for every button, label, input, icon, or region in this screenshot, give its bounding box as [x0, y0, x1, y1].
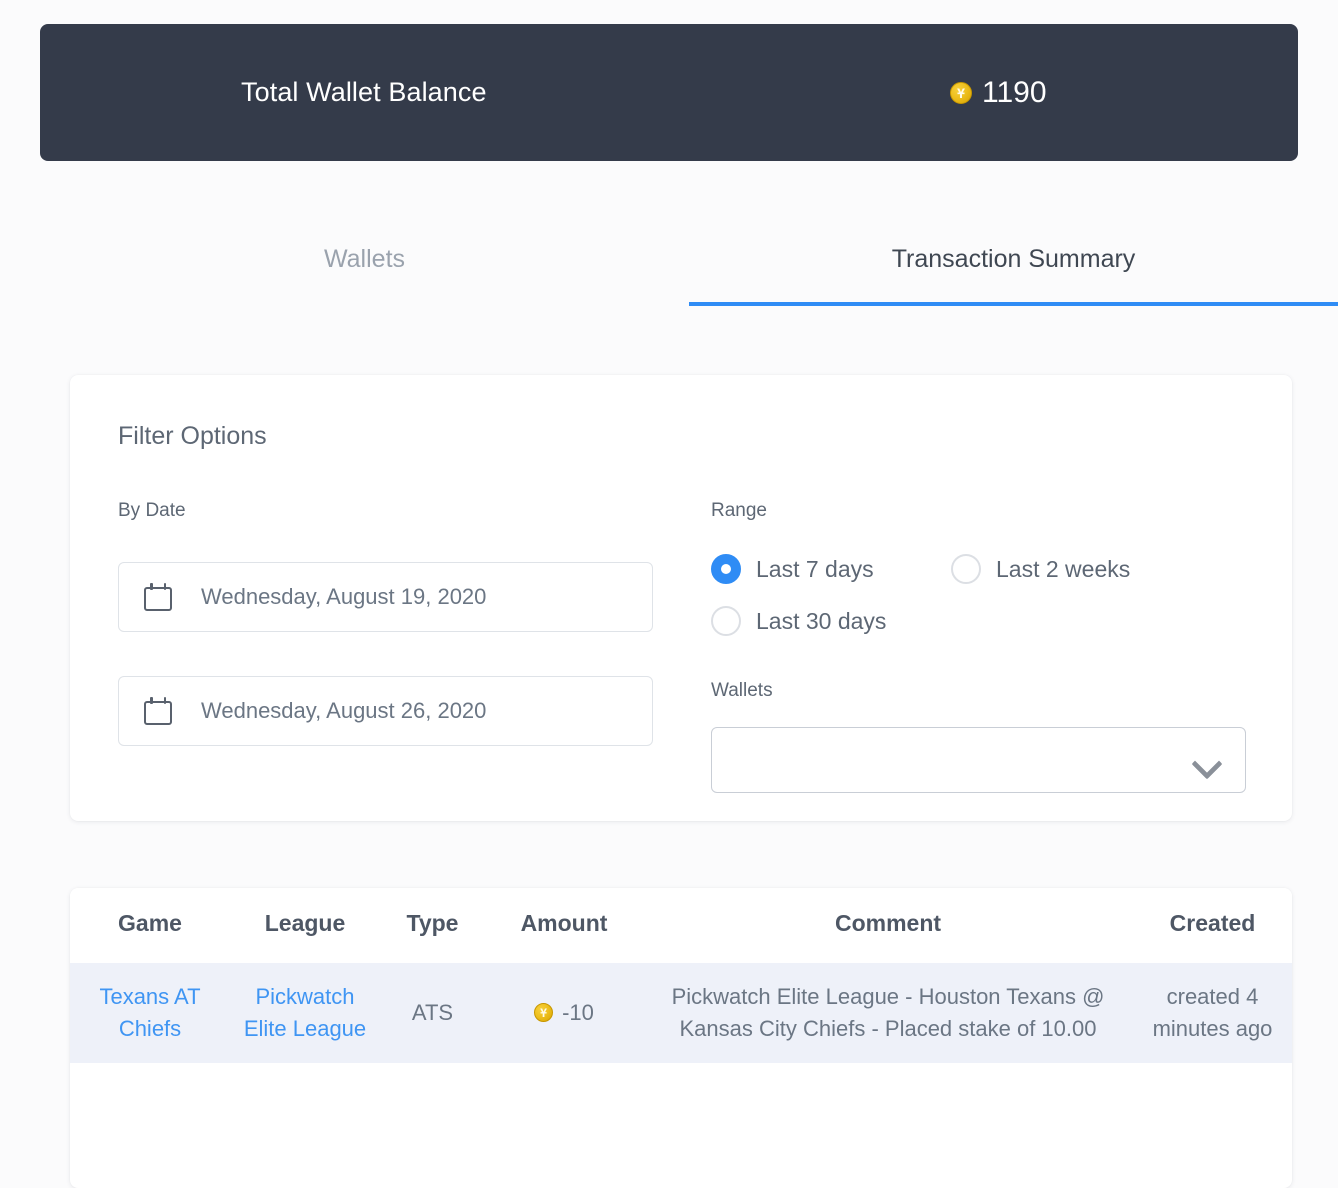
radio-last-2-weeks-label: Last 2 weeks — [996, 555, 1131, 582]
tab-wallets[interactable]: Wallets — [40, 222, 689, 306]
table-row: Texans AT Chiefs Pickwatch Elite League … — [70, 963, 1292, 1063]
cell-created: created 4 minutes ago — [1133, 963, 1292, 1063]
total-wallet-balance-value: Ұ 1190 — [950, 76, 1047, 110]
amount-value: -10 — [562, 999, 594, 1025]
column-header-comment: Comment — [643, 888, 1133, 963]
column-header-league: League — [230, 888, 380, 963]
wallets-filter-label: Wallets — [711, 680, 773, 701]
table-header: Game League Type Amount Comment Created — [70, 888, 1292, 963]
cell-type: ATS — [380, 963, 485, 1063]
coin-glyph: Ұ — [540, 1005, 547, 1020]
cell-league: Pickwatch Elite League — [230, 963, 380, 1063]
coin-icon: Ұ — [950, 81, 972, 104]
column-header-type: Type — [380, 888, 485, 963]
transactions-table-card: Game League Type Amount Comment Created … — [70, 888, 1292, 1188]
coin-glyph: Ұ — [957, 84, 965, 101]
cell-game: Texans AT Chiefs — [70, 963, 230, 1063]
radio-last-30-days[interactable]: Last 30 days — [711, 600, 951, 642]
by-date-label: By Date — [118, 500, 186, 521]
date-from-value: Wednesday, August 19, 2020 — [201, 584, 487, 609]
radio-indicator[interactable] — [951, 554, 981, 584]
total-wallet-balance-label: Total Wallet Balance — [241, 77, 487, 107]
calendar-icon — [144, 697, 172, 725]
transactions-table: Game League Type Amount Comment Created … — [70, 888, 1292, 1063]
column-header-amount: Amount — [485, 888, 643, 963]
wallets-select[interactable] — [711, 727, 1246, 793]
by-date-column: By Date Wednesday, August 19, 2020 Wedne… — [118, 500, 678, 746]
game-link[interactable]: Texans AT Chiefs — [99, 984, 200, 1041]
radio-last-7-days[interactable]: Last 7 days — [711, 548, 951, 590]
table-header-row: Game League Type Amount Comment Created — [70, 888, 1292, 963]
range-column: Range Last 7 days Last 2 weeks Last 30 d… — [711, 500, 1251, 793]
range-radio-group: Last 7 days Last 2 weeks Last 30 days — [711, 548, 1181, 642]
league-link[interactable]: Pickwatch Elite League — [244, 984, 366, 1041]
calendar-icon — [144, 583, 172, 611]
coin-icon: Ұ — [534, 1003, 554, 1023]
radio-last-30-days-label: Last 30 days — [756, 607, 887, 634]
radio-last-7-days-label: Last 7 days — [756, 555, 874, 582]
column-header-game: Game — [70, 888, 230, 963]
cell-amount: Ұ -10 — [485, 963, 643, 1063]
range-label: Range — [711, 500, 767, 521]
tab-bar: Wallets Transaction Summary — [40, 222, 1338, 306]
balance-amount-text: 1190 — [982, 75, 1047, 109]
radio-indicator[interactable] — [711, 606, 741, 636]
date-from-input[interactable]: Wednesday, August 19, 2020 — [118, 562, 653, 632]
column-header-created: Created — [1133, 888, 1292, 963]
cell-comment: Pickwatch Elite League - Houston Texans … — [643, 963, 1133, 1063]
total-wallet-balance-banner: Total Wallet Balance Ұ 1190 — [40, 24, 1298, 161]
tab-transaction-summary[interactable]: Transaction Summary — [689, 222, 1338, 306]
table-body: Texans AT Chiefs Pickwatch Elite League … — [70, 963, 1292, 1063]
date-to-value: Wednesday, August 26, 2020 — [201, 698, 487, 723]
chevron-down-icon — [1194, 753, 1220, 768]
radio-indicator[interactable] — [711, 554, 741, 584]
filter-options-card: Filter Options By Date Wednesday, August… — [70, 375, 1292, 821]
filter-options-title: Filter Options — [118, 422, 267, 450]
date-to-input[interactable]: Wednesday, August 26, 2020 — [118, 676, 653, 746]
radio-last-2-weeks[interactable]: Last 2 weeks — [951, 548, 1181, 590]
